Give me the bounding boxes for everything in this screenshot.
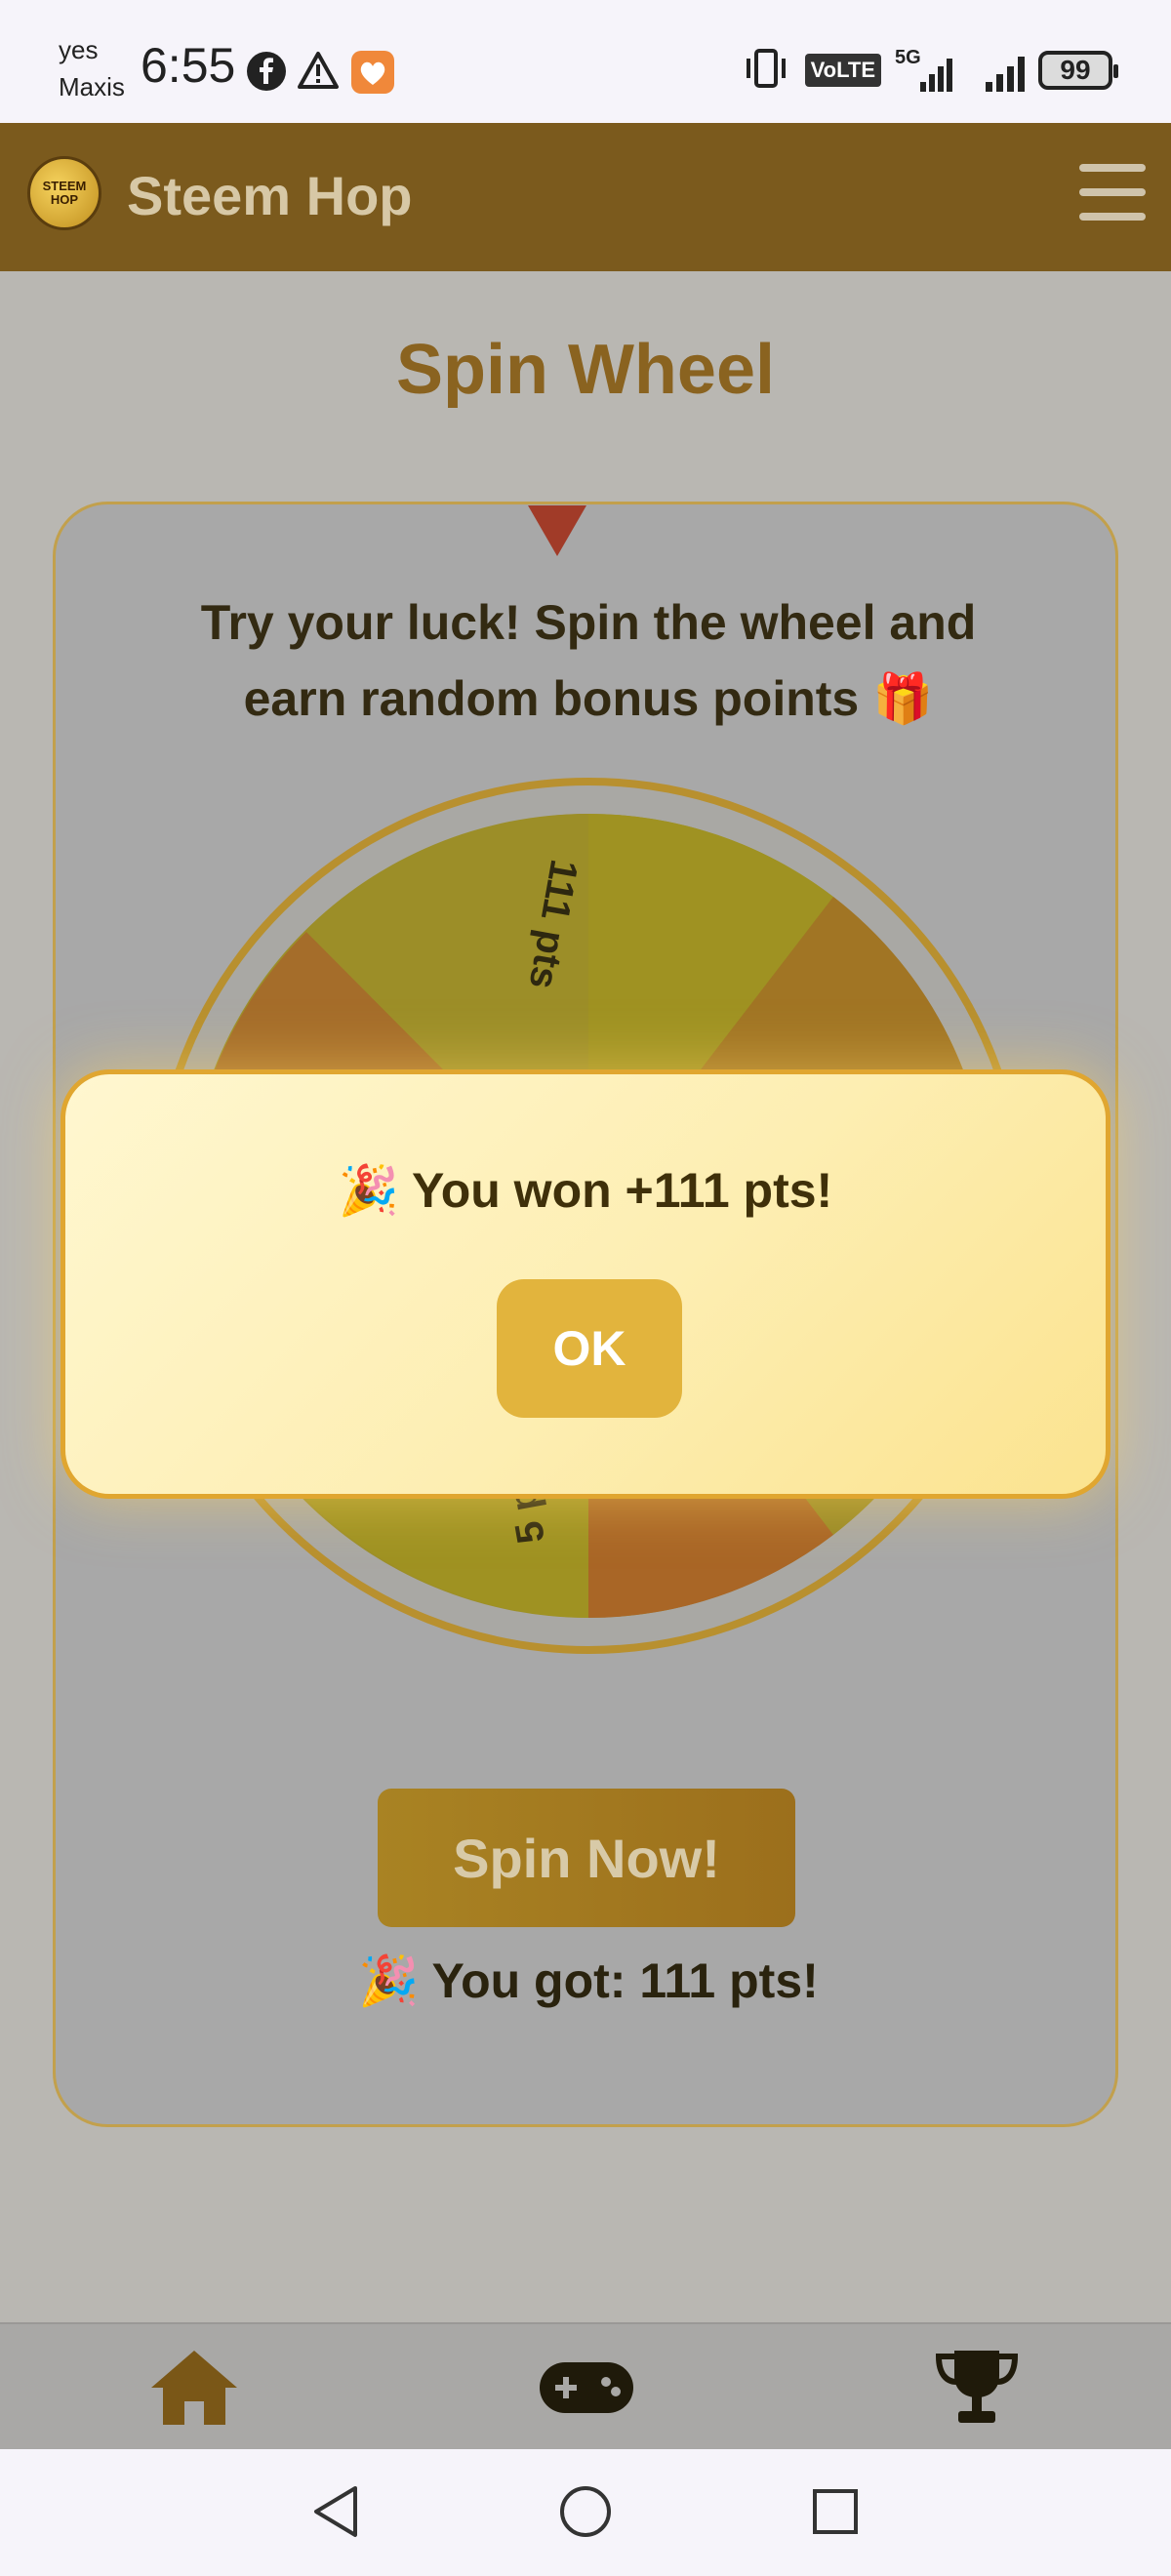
home-circle-icon[interactable] (556, 2482, 615, 2541)
home-icon (151, 2351, 237, 2425)
facebook-icon (246, 51, 287, 96)
status-time: 6:55 (141, 38, 236, 93)
win-dialog: 🎉 You won +111 pts! OK (61, 1069, 1110, 1499)
system-nav-bar (0, 2449, 1171, 2576)
status-icons-right: VoLTE 5G 99 (741, 47, 1118, 94)
logo-text: STEEM HOP (42, 179, 87, 207)
carrier-name: yes Maxis (59, 31, 125, 105)
nav-home[interactable] (141, 2344, 248, 2432)
gamepad-icon (540, 2362, 633, 2413)
carrier-line-2: Maxis (59, 72, 125, 101)
wheel-pointer-icon (528, 505, 586, 556)
battery-level: 99 (1060, 55, 1091, 85)
spin-now-button[interactable]: Spin Now! (378, 1789, 795, 1927)
spin-result: 🎉 You got: 111 pts! (358, 1953, 819, 2008)
battery-icon: 99 (1038, 51, 1118, 90)
hamburger-icon[interactable] (1079, 164, 1146, 222)
carrier-line-1: yes (59, 35, 99, 64)
trophy-icon (935, 2351, 1019, 2423)
warning-icon (297, 51, 340, 94)
app-logo[interactable]: STEEM HOP (27, 156, 101, 230)
vibrate-icon (741, 47, 791, 94)
signal-icon (986, 49, 1025, 92)
back-icon[interactable] (306, 2482, 365, 2541)
volte-icon: VoLTE (804, 54, 881, 87)
heart-app-icon (351, 51, 394, 98)
intro-text: Try your luck! Spin the wheel and earn r… (200, 595, 977, 726)
network-type: 5G (895, 47, 921, 68)
app-brand[interactable]: Steem Hop (127, 164, 413, 227)
page-title: Spin Wheel (395, 331, 776, 409)
win-message: 🎉 You won +111 pts! (338, 1163, 833, 1218)
nav-games[interactable] (533, 2344, 640, 2432)
nav-leaderboard[interactable] (923, 2344, 1030, 2432)
ok-button[interactable]: OK (497, 1279, 682, 1418)
bottom-nav (0, 2322, 1171, 2449)
signal-icon: 5G (895, 47, 952, 92)
recents-icon[interactable] (806, 2482, 865, 2541)
status-bar: yes Maxis 6:55 VoLTE 5G 99 (0, 0, 1171, 123)
app-header: STEEM HOP Steem Hop (0, 123, 1171, 271)
